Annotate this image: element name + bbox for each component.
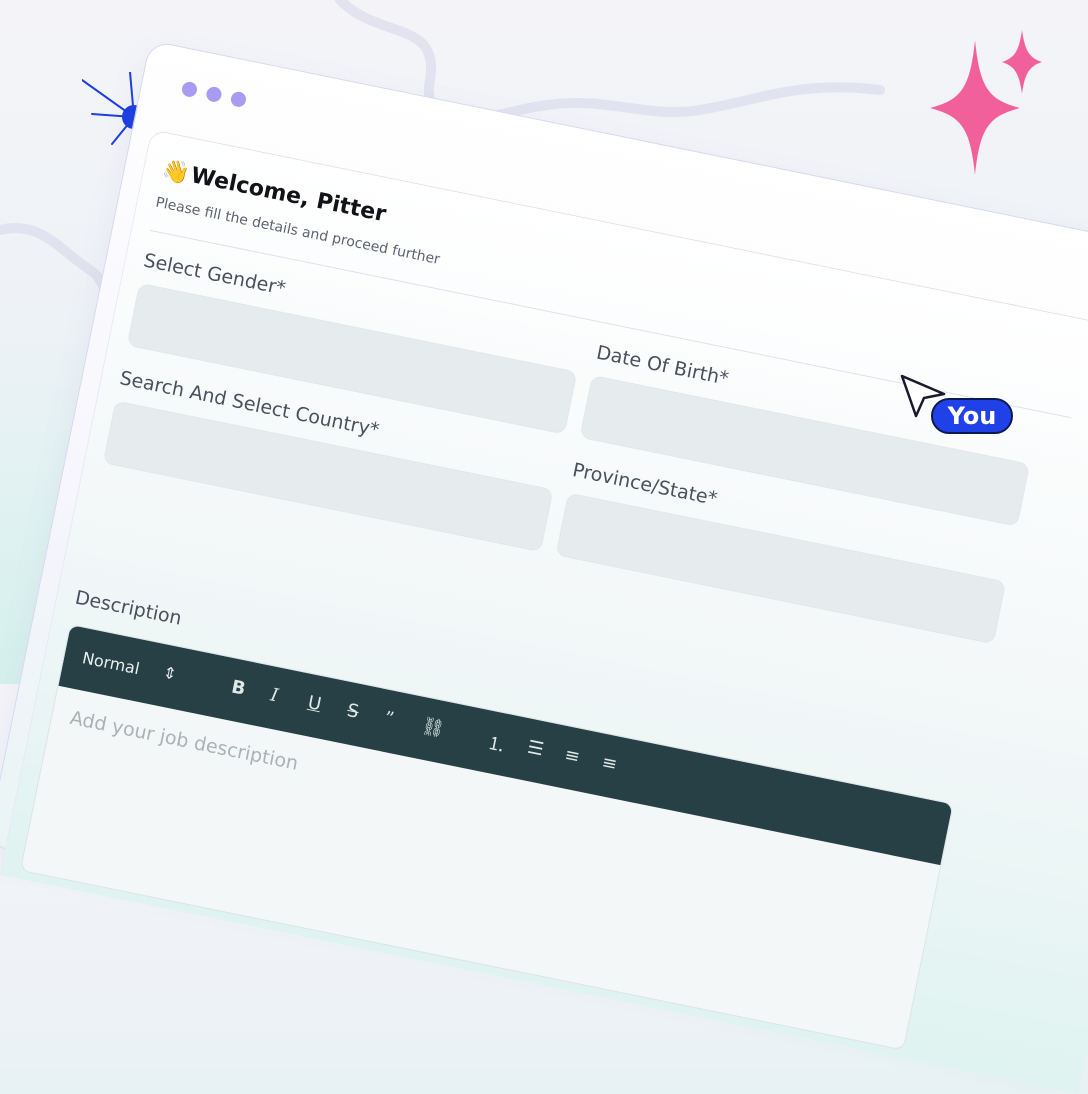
province-input[interactable] xyxy=(555,492,1007,645)
window-dots xyxy=(180,80,248,109)
description-label: Description xyxy=(73,586,184,630)
you-badge: You xyxy=(931,398,1013,434)
form-panel: 👋Welcome, Pitter Please fill the details… xyxy=(0,129,1088,1094)
ordered-list-icon[interactable]: ⒈ xyxy=(485,729,508,758)
italic-icon[interactable]: I xyxy=(269,684,280,706)
window-dot xyxy=(205,85,223,104)
gender-select[interactable] xyxy=(126,282,578,435)
window-dot xyxy=(180,80,199,99)
text-style-select[interactable]: Normal xyxy=(81,648,142,678)
quote-icon[interactable]: ” xyxy=(382,708,395,730)
bullet-list-icon[interactable]: ☰ xyxy=(526,737,546,761)
underline-icon[interactable]: U xyxy=(306,692,323,715)
waving-hand-icon: 👋 xyxy=(159,157,192,188)
window-dot xyxy=(229,90,248,109)
align-left-icon[interactable]: ≡ xyxy=(563,744,582,768)
description-editor: Normal ⇕ B I U S ” ⛓ ⒈ ☰ ≡ ≡ Add your jo… xyxy=(19,623,954,1051)
bold-icon[interactable]: B xyxy=(230,676,248,699)
sparkle-pink-icon xyxy=(930,30,1050,184)
strikethrough-icon[interactable]: S xyxy=(345,700,360,723)
align-center-icon[interactable]: ≡ xyxy=(600,752,619,776)
link-icon[interactable]: ⛓ xyxy=(420,715,447,740)
select-arrows-icon[interactable]: ⇕ xyxy=(161,663,178,684)
